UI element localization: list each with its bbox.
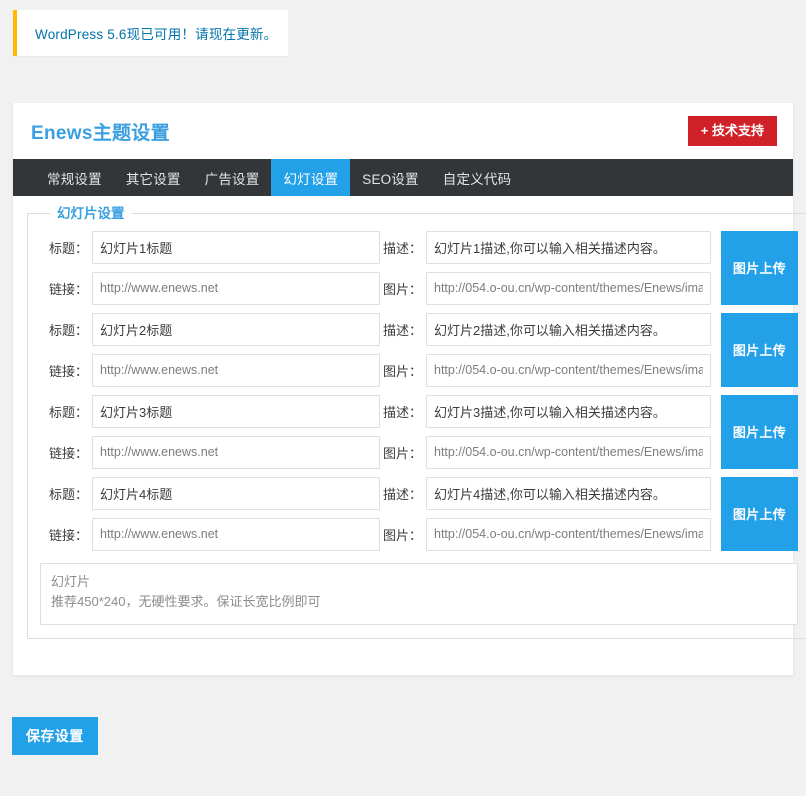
title-label: 标题： (40, 320, 92, 339)
wordpress-update-notice: WordPress 5.6现已可用！请现在更新。 (13, 10, 288, 56)
notice-text[interactable]: WordPress 5.6现已可用！请现在更新。 (17, 23, 277, 43)
slide-title-row: 标题： 描述： (40, 395, 711, 428)
slide-row: 标题： 描述： 链接： 图 (40, 313, 798, 387)
image-upload-button[interactable]: 图片上传 (721, 477, 798, 551)
slide-link-input[interactable] (92, 272, 380, 305)
slide-title-input[interactable] (92, 477, 380, 510)
tab-slideshow[interactable]: 幻灯设置 (271, 159, 350, 196)
desc-label: 描述： (380, 484, 426, 503)
title-label: 标题： (40, 402, 92, 421)
tab-other[interactable]: 其它设置 (114, 159, 193, 196)
slideshow-settings-fieldset: 幻灯片设置 标题： 描述： (27, 207, 806, 639)
desc-label: 描述： (380, 238, 426, 257)
image-label: 图片： (380, 443, 426, 462)
slideshow-note: 幻灯片 推荐450*240，无硬性要求。保证长宽比例即可 (40, 563, 798, 625)
slide-link-row: 链接： 图片： (40, 518, 711, 551)
slide-fields: 标题： 描述： 链接： 图 (40, 395, 711, 469)
slide-desc-input[interactable] (426, 231, 711, 264)
fieldset-legend: 幻灯片设置 (50, 207, 132, 221)
save-settings-button[interactable]: 保存设置 (12, 717, 98, 755)
image-upload-button[interactable]: 图片上传 (721, 231, 798, 305)
slide-title-row: 标题： 描述： (40, 231, 711, 264)
tab-custom-code[interactable]: 自定义代码 (431, 159, 524, 196)
slide-link-row: 链接： 图片： (40, 272, 711, 305)
tech-support-button[interactable]: + 技术支持 (688, 116, 777, 146)
slide-desc-input[interactable] (426, 477, 711, 510)
image-upload-button[interactable]: 图片上传 (721, 313, 798, 387)
note-line-1: 幻灯片 (51, 572, 787, 593)
slide-image-input[interactable] (426, 272, 711, 305)
slide-image-input[interactable] (426, 518, 711, 551)
theme-settings-card: Enews主题设置 + 技术支持 常规设置 其它设置 广告设置 幻灯设置 SEO… (12, 103, 794, 676)
slide-title-input[interactable] (92, 313, 380, 346)
slide-image-input[interactable] (426, 436, 711, 469)
title-label: 标题： (40, 238, 92, 257)
slide-row: 标题： 描述： 链接： 图 (40, 231, 798, 305)
settings-tab-bar: 常规设置 其它设置 广告设置 幻灯设置 SEO设置 自定义代码 (13, 159, 793, 196)
slides-list: 标题： 描述： 链接： 图 (40, 225, 798, 551)
link-label: 链接： (40, 525, 92, 544)
slide-row: 标题： 描述： 链接： 图 (40, 395, 798, 469)
slide-link-input[interactable] (92, 518, 380, 551)
title-label: 标题： (40, 484, 92, 503)
image-upload-button[interactable]: 图片上传 (721, 395, 798, 469)
tab-ads[interactable]: 广告设置 (193, 159, 272, 196)
slide-image-input[interactable] (426, 354, 711, 387)
slide-title-row: 标题： 描述： (40, 477, 711, 510)
slide-title-input[interactable] (92, 395, 380, 428)
slide-title-input[interactable] (92, 231, 380, 264)
slide-link-input[interactable] (92, 436, 380, 469)
note-line-2: 推荐450*240，无硬性要求。保证长宽比例即可 (51, 592, 787, 613)
card-header: Enews主题设置 + 技术支持 (13, 103, 793, 159)
image-label: 图片： (380, 525, 426, 544)
link-label: 链接： (40, 443, 92, 462)
slide-link-row: 链接： 图片： (40, 436, 711, 469)
slide-desc-input[interactable] (426, 395, 711, 428)
page-title: Enews主题设置 (31, 118, 170, 145)
image-label: 图片： (380, 279, 426, 298)
slide-fields: 标题： 描述： 链接： 图 (40, 477, 711, 551)
tab-seo[interactable]: SEO设置 (350, 159, 431, 196)
desc-label: 描述： (380, 402, 426, 421)
image-label: 图片： (380, 361, 426, 380)
slide-fields: 标题： 描述： 链接： 图 (40, 231, 711, 305)
slide-desc-input[interactable] (426, 313, 711, 346)
desc-label: 描述： (380, 320, 426, 339)
slide-row: 标题： 描述： 链接： 图 (40, 477, 798, 551)
slide-title-row: 标题： 描述： (40, 313, 711, 346)
link-label: 链接： (40, 361, 92, 380)
link-label: 链接： (40, 279, 92, 298)
slide-link-input[interactable] (92, 354, 380, 387)
tab-general[interactable]: 常规设置 (35, 159, 114, 196)
slide-link-row: 链接： 图片： (40, 354, 711, 387)
slide-fields: 标题： 描述： 链接： 图 (40, 313, 711, 387)
